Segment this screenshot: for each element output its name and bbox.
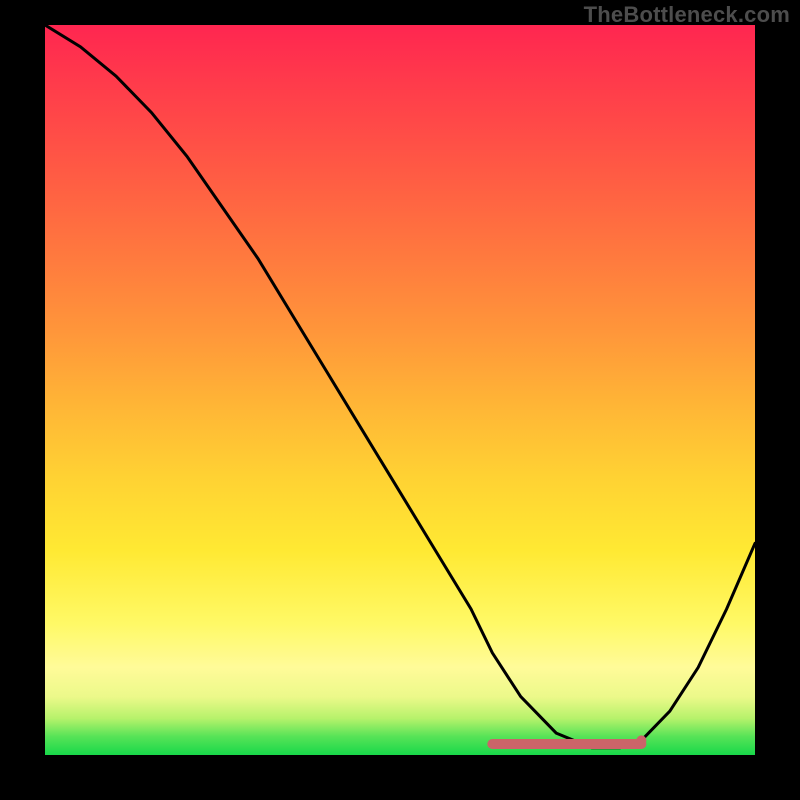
plot-area	[45, 25, 755, 755]
chart-frame: TheBottleneck.com	[0, 0, 800, 800]
curve-layer	[45, 25, 755, 755]
trough-end-marker	[636, 735, 646, 745]
watermark-text: TheBottleneck.com	[584, 2, 790, 28]
bottleneck-curve	[45, 25, 755, 748]
